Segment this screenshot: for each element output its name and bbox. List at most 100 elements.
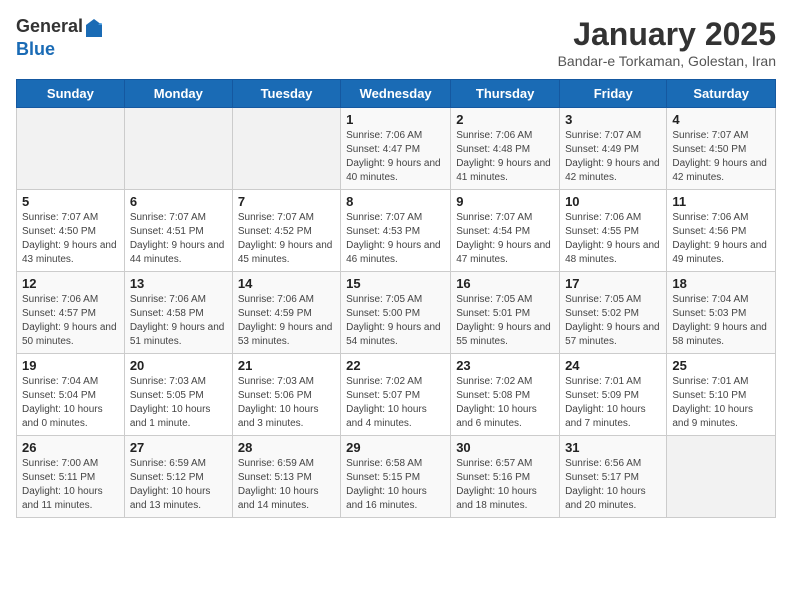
day-info: Sunrise: 7:06 AM Sunset: 4:59 PM Dayligh… [238,293,335,349]
calendar-cell: 11 Sunrise: 7:06 AM Sunset: 4:56 PM Dayli… [667,190,776,272]
day-number: 17 [565,276,661,291]
day-info: Sunrise: 7:07 AM Sunset: 4:52 PM Dayligh… [238,211,335,267]
day-number: 6 [130,194,227,209]
day-number: 21 [238,358,335,373]
calendar-cell: 22Sunrise: 7:02 AM Sunset: 5:07 PM Dayli… [341,354,451,436]
weekday-header-monday: Monday [124,80,232,108]
calendar-table: SundayMondayTuesdayWednesdayThursdayFrid… [16,79,776,518]
day-number: 18 [672,276,770,291]
calendar-cell: 7 Sunrise: 7:07 AM Sunset: 4:52 PM Daylig… [232,190,340,272]
calendar-cell: 21 Sunrise: 7:03 AM Sunset: 5:06 PM Dayli… [232,354,340,436]
calendar-cell: 10 Sunrise: 7:06 AM Sunset: 4:55 PM Dayli… [560,190,667,272]
calendar-cell: 4 Sunrise: 7:07 AM Sunset: 4:50 PM Daylig… [667,108,776,190]
day-info: Sunrise: 7:07 AM Sunset: 4:50 PM Dayligh… [22,211,119,267]
calendar-cell: 31 Sunrise: 6:56 AM Sunset: 5:17 PM Dayli… [560,436,667,518]
month-title: January 2025 [558,16,776,53]
calendar-cell: 19Sunrise: 7:04 AM Sunset: 5:04 PM Dayli… [17,354,125,436]
weekday-header-friday: Friday [560,80,667,108]
day-info: Sunrise: 7:07 AM Sunset: 4:53 PM Dayligh… [346,211,445,267]
calendar-cell: 20Sunrise: 7:03 AM Sunset: 5:05 PM Dayli… [124,354,232,436]
day-number: 20 [130,358,227,373]
day-info: Sunrise: 7:06 AM Sunset: 4:55 PM Dayligh… [565,211,661,267]
day-info: Sunrise: 7:05 AM Sunset: 5:00 PM Dayligh… [346,293,445,349]
logo-general: General [16,16,83,36]
calendar-cell: 29Sunrise: 6:58 AM Sunset: 5:15 PM Dayli… [341,436,451,518]
calendar-week-3: 12 Sunrise: 7:06 AM Sunset: 4:57 PM Dayli… [17,272,776,354]
calendar-cell: 24 Sunrise: 7:01 AM Sunset: 5:09 PM Dayli… [560,354,667,436]
day-info: Sunrise: 7:06 AM Sunset: 4:57 PM Dayligh… [22,293,119,349]
logo: General Blue [16,16,105,60]
day-number: 14 [238,276,335,291]
calendar-cell: 30 Sunrise: 6:57 AM Sunset: 5:16 PM Dayli… [451,436,560,518]
day-number: 16 [456,276,554,291]
weekday-header-sunday: Sunday [17,80,125,108]
day-info: Sunrise: 7:05 AM Sunset: 5:02 PM Dayligh… [565,293,661,349]
day-number: 7 [238,194,335,209]
calendar-cell: 14 Sunrise: 7:06 AM Sunset: 4:59 PM Dayli… [232,272,340,354]
day-number: 2 [456,112,554,127]
calendar-cell: 23Sunrise: 7:02 AM Sunset: 5:08 PM Dayli… [451,354,560,436]
day-number: 25 [672,358,770,373]
day-number: 5 [22,194,119,209]
weekday-header-row: SundayMondayTuesdayWednesdayThursdayFrid… [17,80,776,108]
calendar-week-4: 19Sunrise: 7:04 AM Sunset: 5:04 PM Dayli… [17,354,776,436]
calendar-cell [232,108,340,190]
weekday-header-wednesday: Wednesday [341,80,451,108]
title-block: January 2025 Bandar-e Torkaman, Golestan… [558,16,776,69]
calendar-cell: 17 Sunrise: 7:05 AM Sunset: 5:02 PM Dayli… [560,272,667,354]
weekday-header-tuesday: Tuesday [232,80,340,108]
calendar-week-1: 1Sunrise: 7:06 AM Sunset: 4:47 PM Daylig… [17,108,776,190]
calendar-week-2: 5 Sunrise: 7:07 AM Sunset: 4:50 PM Daylig… [17,190,776,272]
day-info: Sunrise: 6:59 AM Sunset: 5:12 PM Dayligh… [130,457,227,513]
calendar-cell [124,108,232,190]
day-info: Sunrise: 7:01 AM Sunset: 5:09 PM Dayligh… [565,375,661,431]
day-info: Sunrise: 7:05 AM Sunset: 5:01 PM Dayligh… [456,293,554,349]
calendar-cell: 9Sunrise: 7:07 AM Sunset: 4:54 PM Daylig… [451,190,560,272]
calendar-cell: 18Sunrise: 7:04 AM Sunset: 5:03 PM Dayli… [667,272,776,354]
logo-text: General Blue [16,16,105,60]
day-number: 31 [565,440,661,455]
logo-blue: Blue [16,39,55,59]
calendar-cell: 3Sunrise: 7:07 AM Sunset: 4:49 PM Daylig… [560,108,667,190]
day-info: Sunrise: 6:56 AM Sunset: 5:17 PM Dayligh… [565,457,661,513]
day-number: 30 [456,440,554,455]
day-info: Sunrise: 7:07 AM Sunset: 4:51 PM Dayligh… [130,211,227,267]
day-info: Sunrise: 7:02 AM Sunset: 5:07 PM Dayligh… [346,375,445,431]
day-number: 10 [565,194,661,209]
day-info: Sunrise: 7:06 AM Sunset: 4:56 PM Dayligh… [672,211,770,267]
day-info: Sunrise: 7:06 AM Sunset: 4:47 PM Dayligh… [346,129,445,185]
day-number: 13 [130,276,227,291]
day-info: Sunrise: 7:03 AM Sunset: 5:06 PM Dayligh… [238,375,335,431]
subtitle: Bandar-e Torkaman, Golestan, Iran [558,53,776,69]
page-header: General Blue January 2025 Bandar-e Torka… [16,16,776,69]
logo-icon [84,17,104,39]
day-info: Sunrise: 6:59 AM Sunset: 5:13 PM Dayligh… [238,457,335,513]
day-info: Sunrise: 7:00 AM Sunset: 5:11 PM Dayligh… [22,457,119,513]
calendar-cell: 2 Sunrise: 7:06 AM Sunset: 4:48 PM Daylig… [451,108,560,190]
day-number: 19 [22,358,119,373]
day-number: 24 [565,358,661,373]
day-number: 23 [456,358,554,373]
day-number: 11 [672,194,770,209]
calendar-cell: 8 Sunrise: 7:07 AM Sunset: 4:53 PM Daylig… [341,190,451,272]
day-number: 4 [672,112,770,127]
calendar-cell: 27 Sunrise: 6:59 AM Sunset: 5:12 PM Dayli… [124,436,232,518]
day-number: 8 [346,194,445,209]
calendar-cell: 12 Sunrise: 7:06 AM Sunset: 4:57 PM Dayli… [17,272,125,354]
day-info: Sunrise: 7:07 AM Sunset: 4:54 PM Dayligh… [456,211,554,267]
calendar-cell: 25Sunrise: 7:01 AM Sunset: 5:10 PM Dayli… [667,354,776,436]
calendar-cell: 1Sunrise: 7:06 AM Sunset: 4:47 PM Daylig… [341,108,451,190]
day-info: Sunrise: 7:06 AM Sunset: 4:48 PM Dayligh… [456,129,554,185]
day-number: 29 [346,440,445,455]
day-info: Sunrise: 7:07 AM Sunset: 4:50 PM Dayligh… [672,129,770,185]
calendar-cell: 28Sunrise: 6:59 AM Sunset: 5:13 PM Dayli… [232,436,340,518]
day-number: 26 [22,440,119,455]
day-number: 15 [346,276,445,291]
day-number: 12 [22,276,119,291]
day-info: Sunrise: 7:06 AM Sunset: 4:58 PM Dayligh… [130,293,227,349]
day-info: Sunrise: 6:57 AM Sunset: 5:16 PM Dayligh… [456,457,554,513]
weekday-header-thursday: Thursday [451,80,560,108]
weekday-header-saturday: Saturday [667,80,776,108]
calendar-cell [667,436,776,518]
day-number: 27 [130,440,227,455]
